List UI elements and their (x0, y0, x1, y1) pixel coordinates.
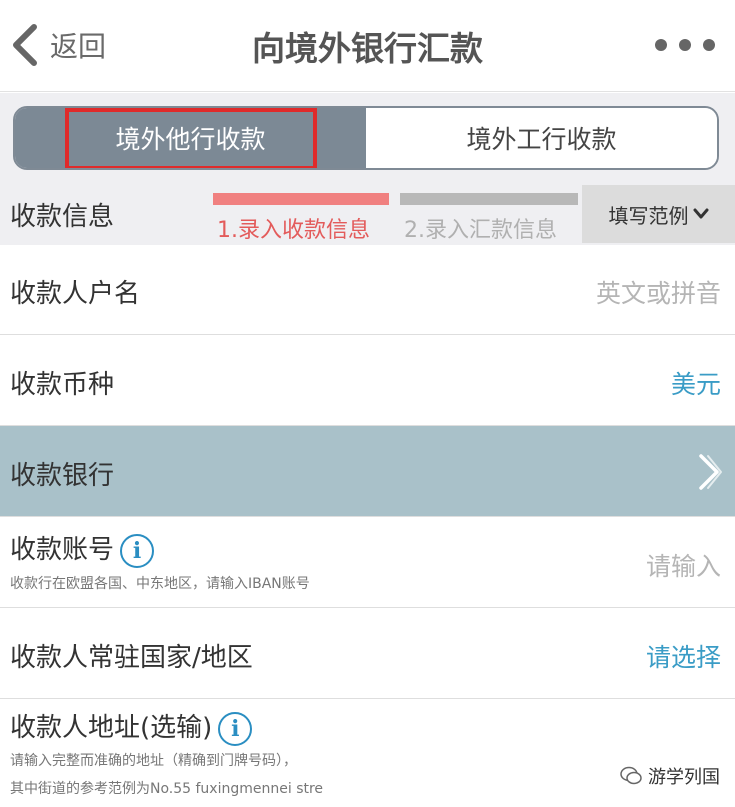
address-row[interactable]: 收款人地址(选输) i 请输入完整而准确的地址（精确到门牌号码）， 其中街道的参考… (0, 699, 735, 807)
currency-label: 收款币种 (10, 370, 115, 400)
page-title: 向境外银行汇款 (252, 29, 483, 68)
example-button[interactable]: 填写范例 (582, 185, 735, 243)
account-input[interactable]: 请输入 (646, 547, 721, 583)
step1-progress-bar (213, 193, 389, 205)
tab-icbc-overseas[interactable]: 境外工行收款 (366, 108, 717, 168)
currency-row[interactable]: 收款币种 美元 (0, 335, 735, 426)
chevron-right-icon (699, 454, 722, 490)
currency-value[interactable]: 美元 (671, 365, 721, 401)
info-icon[interactable]: i (120, 533, 155, 568)
address-label-wrap: 收款人地址(选输) i (10, 707, 253, 746)
watermark: 游学列国 (620, 763, 720, 789)
nav-bar: 返回 向境外银行汇款 (0, 0, 735, 92)
segment-control: 境外他行收款 境外工行收款 (13, 106, 719, 170)
account-label-wrap: 收款账号 i (10, 529, 155, 568)
step2-progress-bar (400, 193, 578, 205)
more-dots-icon (703, 39, 715, 51)
account-label: 收款账号 (10, 535, 115, 565)
address-label: 收款人地址(选输) (10, 713, 213, 743)
info-icon[interactable]: i (218, 711, 253, 746)
bank-label: 收款银行 (10, 461, 115, 491)
bank-row[interactable]: 收款银行 (0, 426, 735, 517)
payee-name-label: 收款人户名 (10, 279, 141, 309)
section-label: 收款信息 (10, 202, 115, 232)
step1-label: 1.录入收款信息 (217, 218, 370, 243)
more-menu-button[interactable] (655, 30, 715, 60)
country-select[interactable]: 请选择 (646, 638, 721, 674)
account-row[interactable]: 收款账号 i 收款行在欧盟各国、中东地区，请输入IBAN账号 请输入 (0, 517, 735, 608)
tab-other-bank[interactable]: 境外他行收款 (15, 108, 366, 168)
example-label: 填写范例 (608, 203, 689, 228)
account-hint: 收款行在欧盟各国、中东地区，请输入IBAN账号 (10, 576, 310, 592)
more-dots-icon (655, 39, 667, 51)
address-hint-1: 请输入完整而准确的地址（精确到门牌号码）， (10, 753, 297, 769)
watermark-text: 游学列国 (648, 767, 720, 788)
country-label: 收款人常驻国家/地区 (10, 643, 253, 673)
step2-label: 2.录入汇款信息 (404, 218, 557, 243)
country-row[interactable]: 收款人常驻国家/地区 请选择 (0, 608, 735, 699)
address-hint-2: 其中街道的参考范例为No.55 fuxingmennei stre (10, 781, 324, 797)
wechat-icon (620, 766, 642, 785)
chevron-down-icon (693, 208, 708, 219)
payee-name-row[interactable]: 收款人户名 英文或拼音 (0, 245, 735, 335)
payee-name-input[interactable]: 英文或拼音 (596, 274, 721, 310)
more-dots-icon (679, 39, 691, 51)
